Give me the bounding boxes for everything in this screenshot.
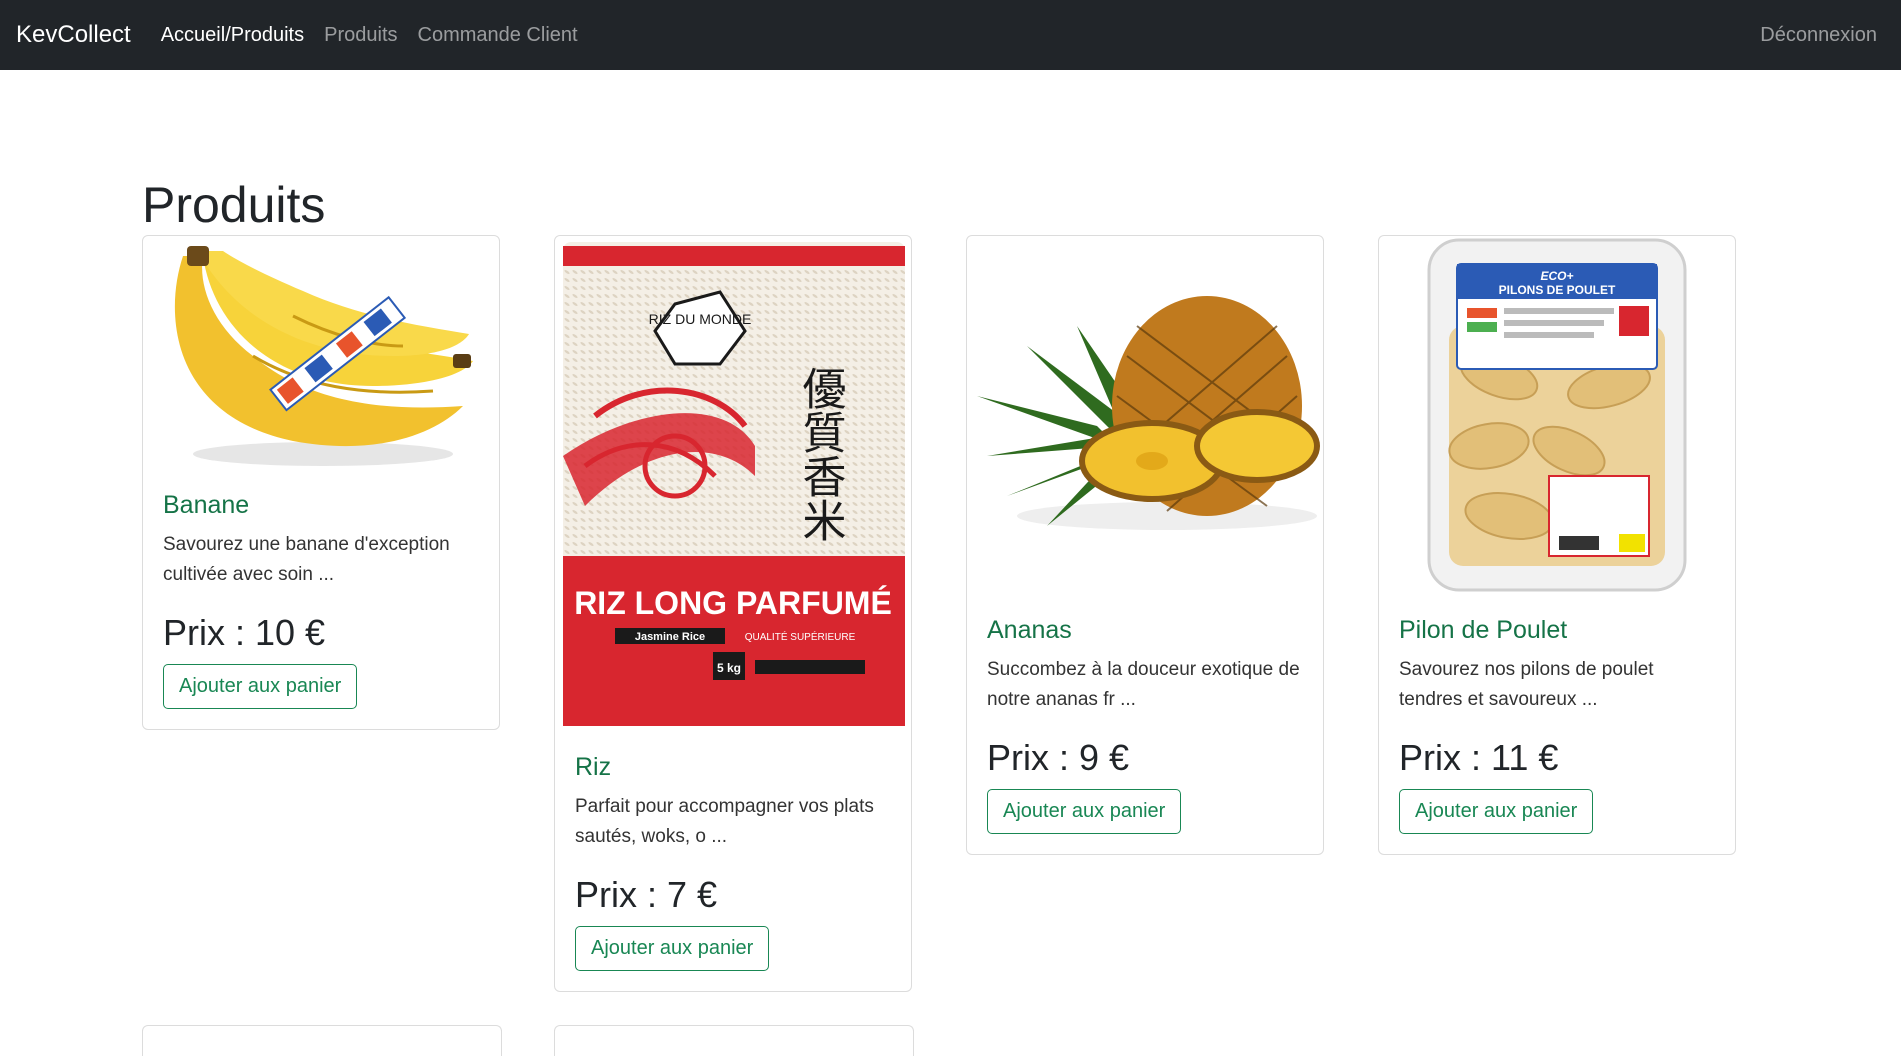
- add-to-cart-button[interactable]: Ajouter aux panier: [1399, 789, 1594, 834]
- riz-logo-text: RIZ DU MONDE: [649, 311, 752, 327]
- product-card-banane: Banane Savourez une banane d'exception c…: [142, 235, 500, 730]
- product-name[interactable]: Ananas: [987, 616, 1303, 645]
- product-description: Succombez à la douceur exotique de notre…: [987, 659, 1300, 710]
- product-description: Savourez nos pilons de poulet tendres et…: [1399, 659, 1654, 710]
- nav-link-produits[interactable]: Produits: [324, 24, 397, 47]
- riz-chinese-text: 優質香米: [795, 366, 847, 542]
- brand-logo[interactable]: KevCollect: [16, 21, 131, 49]
- product-name[interactable]: Banane: [163, 491, 479, 520]
- product-card-pilon-de-poulet: PILONS DE POULET ECO+ Pilon de Poulet Sa…: [1378, 235, 1736, 855]
- product-card-ananas: Ananas Succombez à la douceur exotique d…: [966, 235, 1324, 855]
- riz-subtitle: Jasmine Rice: [635, 631, 705, 643]
- nav-link-accueil-produits[interactable]: Accueil/Produits: [161, 24, 304, 47]
- main-content: Produits: [0, 70, 1901, 230]
- product-image-banane: [143, 236, 499, 491]
- product-image-ananas: [967, 236, 1323, 594]
- product-description: Parfait pour accompagner vos plats sauté…: [575, 796, 874, 847]
- poulet-package-title: PILONS DE POULET: [1499, 283, 1616, 297]
- top-navbar: KevCollect Accueil/Produits Produits Com…: [0, 0, 1901, 70]
- page-title: Produits: [142, 177, 326, 233]
- nav-link-commande-client[interactable]: Commande Client: [418, 24, 578, 47]
- product-name[interactable]: Riz: [575, 753, 891, 782]
- add-to-cart-button[interactable]: Ajouter aux panier: [163, 664, 358, 709]
- product-card-riz: RIZ DU MONDE 優質香米 RIZ LONG PARFUMÉ Jasmi…: [554, 235, 912, 992]
- logout-link[interactable]: Déconnexion: [1760, 24, 1877, 47]
- riz-package-title: RIZ LONG PARFUMÉ: [574, 585, 892, 621]
- product-description: Savourez une banane d'exception cultivée…: [163, 534, 450, 585]
- product-image-riz: RIZ DU MONDE 優質香米 RIZ LONG PARFUMÉ Jasmi…: [555, 236, 911, 731]
- riz-weight: 5 kg: [717, 661, 741, 675]
- poulet-package-brand: ECO+: [1540, 269, 1573, 283]
- product-image-pilon-de-poulet: PILONS DE POULET ECO+: [1379, 236, 1735, 594]
- product-price: Prix : 9 €: [987, 737, 1130, 778]
- riz-quality: QUALITÉ SUPÉRIEURE: [745, 630, 856, 643]
- product-card-partial: [554, 1025, 914, 1056]
- add-to-cart-button[interactable]: Ajouter aux panier: [575, 926, 770, 971]
- product-price: Prix : 10 €: [163, 612, 326, 653]
- product-grid: Banane Savourez une banane d'exception c…: [142, 235, 1742, 1056]
- add-to-cart-button[interactable]: Ajouter aux panier: [987, 789, 1182, 834]
- product-card-partial: [142, 1025, 502, 1056]
- product-price: Prix : 11 €: [1399, 737, 1559, 778]
- product-name[interactable]: Pilon de Poulet: [1399, 616, 1715, 645]
- product-price: Prix : 7 €: [575, 874, 718, 915]
